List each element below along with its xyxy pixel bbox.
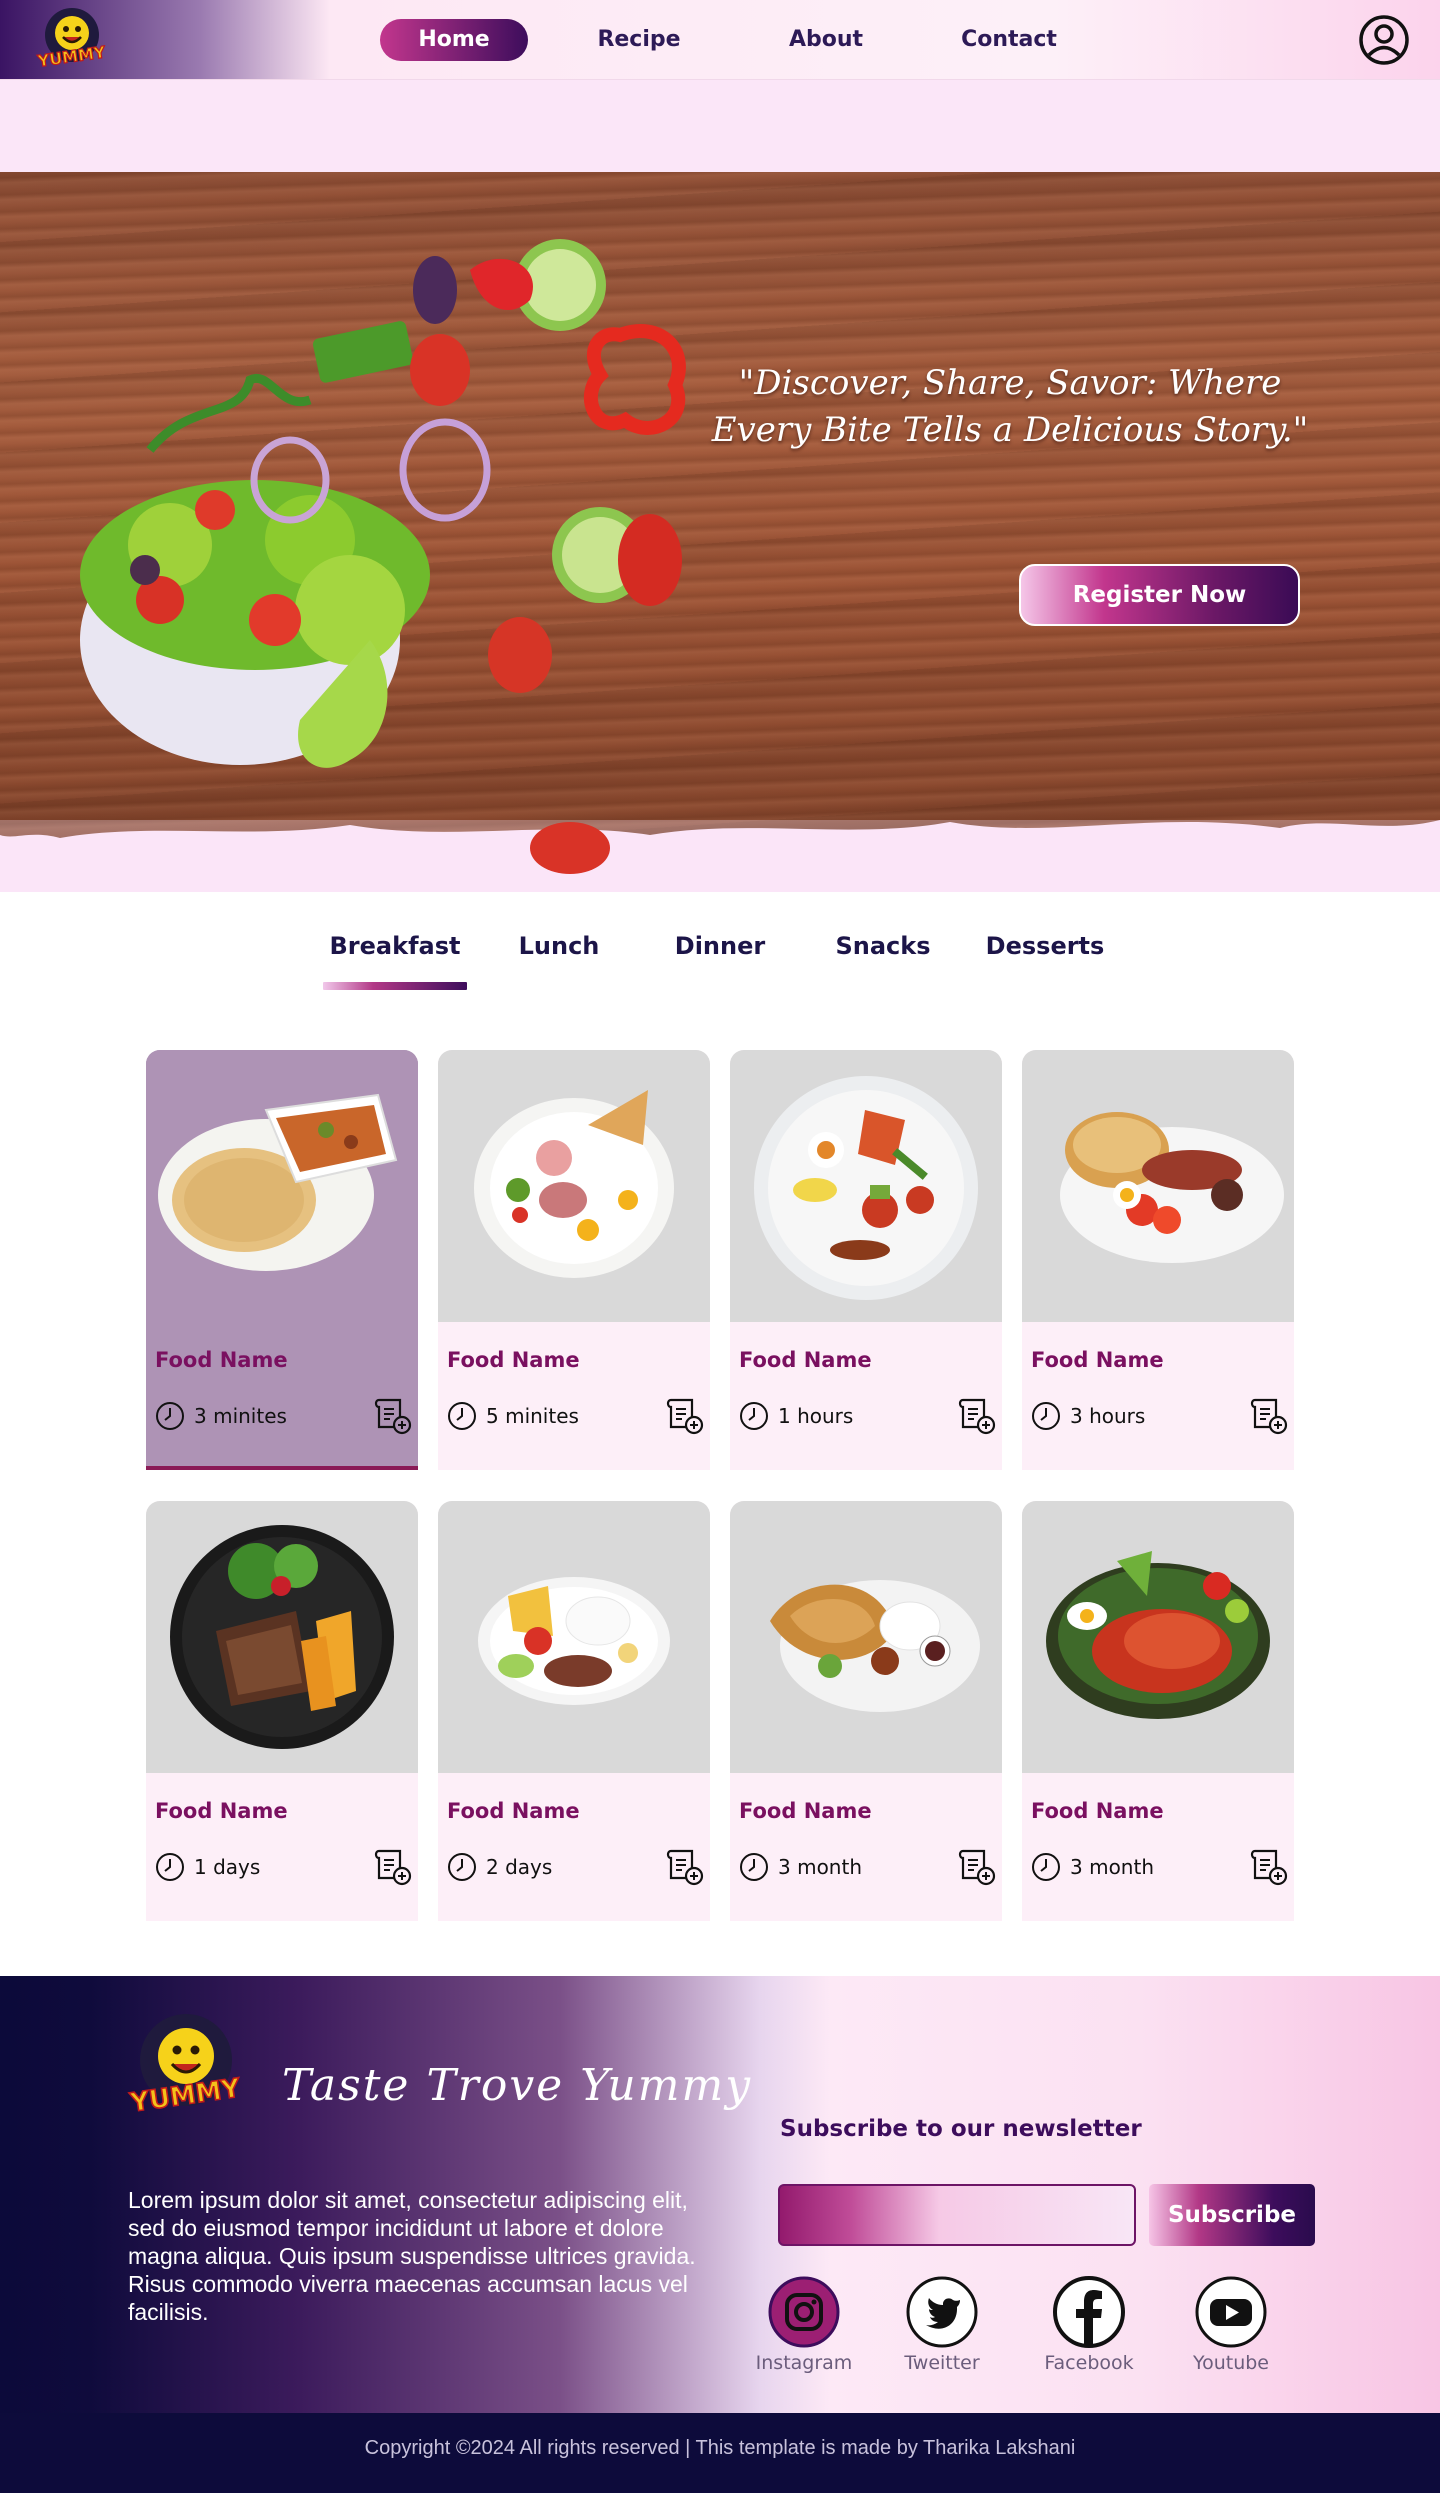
food-name: Food Name [739, 1799, 872, 1823]
recipe-card[interactable]: Food Name 3 month [730, 1501, 1002, 1921]
nav-home[interactable]: Home [380, 19, 528, 61]
nav-contact[interactable]: Contact [950, 19, 1068, 61]
recipe-card[interactable]: Food Name 1 days [146, 1501, 418, 1921]
prep-time: 5 minites [486, 1404, 579, 1428]
recipe-card[interactable]: Food Name 1 hours [730, 1050, 1002, 1470]
food-name: Food Name [155, 1348, 288, 1372]
nav-recipe[interactable]: Recipe [585, 19, 693, 61]
salad-bowl-image [80, 239, 686, 874]
add-recipe-icon[interactable] [666, 1848, 704, 1886]
newsletter-title: Subscribe to our newsletter [780, 2116, 1142, 2142]
clock-icon [740, 1402, 768, 1430]
food-name: Food Name [447, 1348, 580, 1372]
clock-icon [448, 1402, 476, 1430]
prep-time: 3 month [778, 1855, 862, 1879]
site-footer: YUMMY Taste Trove Yummy Lorem ipsum dolo… [0, 1976, 1440, 2413]
add-recipe-icon[interactable] [1250, 1848, 1288, 1886]
food-image [474, 1090, 674, 1278]
add-recipe-icon[interactable] [374, 1397, 412, 1435]
recipe-card[interactable]: Food Name 3 hours [1022, 1050, 1294, 1470]
footer-about-text: Lorem ipsum dolor sit amet, consectetur … [128, 2187, 696, 2325]
nav-about[interactable]: About [772, 19, 880, 61]
register-now-button[interactable]: Register Now [1019, 564, 1300, 626]
youtube-label: Youtube [1193, 2352, 1269, 2374]
twitter-label: Tweitter [904, 2352, 980, 2374]
add-recipe-icon[interactable] [374, 1848, 412, 1886]
food-image [754, 1076, 978, 1300]
facebook-label: Facebook [1044, 2352, 1134, 2374]
food-name: Food Name [447, 1799, 580, 1823]
food-image [1046, 1551, 1270, 1719]
youtube-link[interactable]: Youtube [1171, 2276, 1291, 2374]
clock-icon [1032, 1402, 1060, 1430]
prep-time: 3 minites [194, 1404, 287, 1428]
tab-dinner[interactable]: Dinner [665, 928, 775, 964]
add-recipe-icon[interactable] [958, 1397, 996, 1435]
clock-icon [740, 1853, 768, 1881]
subscribe-button[interactable]: Subscribe [1149, 2184, 1315, 2246]
prep-time: 3 hours [1070, 1404, 1146, 1428]
prep-time: 3 month [1070, 1855, 1154, 1879]
add-recipe-icon[interactable] [958, 1848, 996, 1886]
svg-text:YUMMY: YUMMY [36, 42, 107, 70]
clock-icon [156, 1853, 184, 1881]
food-image [770, 1580, 980, 1712]
yummy-logo[interactable]: YUMMY [34, 5, 110, 75]
clock-icon [1032, 1853, 1060, 1881]
footer-tagline: Taste Trove Yummy [282, 2060, 753, 2111]
food-name: Food Name [155, 1799, 288, 1823]
tab-desserts[interactable]: Desserts [985, 928, 1105, 964]
youtube-icon [1195, 2276, 1267, 2348]
recipe-card[interactable]: Food Name 3 month [1022, 1501, 1294, 1921]
recipe-card[interactable]: Food Name 5 minites [438, 1050, 710, 1470]
food-image [170, 1525, 394, 1749]
twitter-icon [906, 2276, 978, 2348]
facebook-link[interactable]: Facebook [1029, 2276, 1149, 2374]
instagram-icon [768, 2276, 840, 2348]
food-name: Food Name [1031, 1799, 1164, 1823]
active-tab-underline [323, 982, 467, 990]
twitter-link[interactable]: Tweitter [882, 2276, 1002, 2374]
tab-breakfast[interactable]: Breakfast [323, 928, 467, 964]
prep-time: 2 days [486, 1855, 553, 1879]
food-name: Food Name [739, 1348, 872, 1372]
newsletter-email-input[interactable] [778, 2184, 1136, 2246]
top-navbar: YUMMY Home Recipe About Contact [0, 0, 1440, 80]
food-image [478, 1577, 670, 1705]
recipe-card[interactable]: Food Name 3 minites [146, 1050, 418, 1470]
tab-snacks[interactable]: Snacks [828, 928, 938, 964]
copyright-text: Copyright ©2024 All rights reserved | Th… [364, 2437, 1076, 2459]
yummy-logo[interactable]: YUMMY [126, 2006, 246, 2126]
hero-banner: "Discover, Share, Savor: Where Every Bit… [0, 80, 1440, 892]
add-recipe-icon[interactable] [666, 1397, 704, 1435]
prep-time: 1 hours [778, 1404, 854, 1428]
food-name: Food Name [1031, 1348, 1164, 1372]
tab-lunch[interactable]: Lunch [505, 928, 613, 964]
add-recipe-icon[interactable] [1250, 1397, 1288, 1435]
prep-time: 1 days [194, 1855, 261, 1879]
user-circle-icon[interactable] [1358, 14, 1410, 66]
hero-quote: "Discover, Share, Savor: Where Every Bit… [711, 363, 1309, 450]
facebook-icon [1053, 2276, 1125, 2348]
instagram-label: Instagram [755, 2352, 853, 2374]
clock-icon [448, 1853, 476, 1881]
food-image [1060, 1112, 1284, 1263]
clock-icon [156, 1402, 184, 1430]
instagram-link[interactable]: Instagram [744, 2276, 864, 2374]
food-image [158, 1093, 398, 1271]
recipe-card[interactable]: Food Name 2 days [438, 1501, 710, 1921]
